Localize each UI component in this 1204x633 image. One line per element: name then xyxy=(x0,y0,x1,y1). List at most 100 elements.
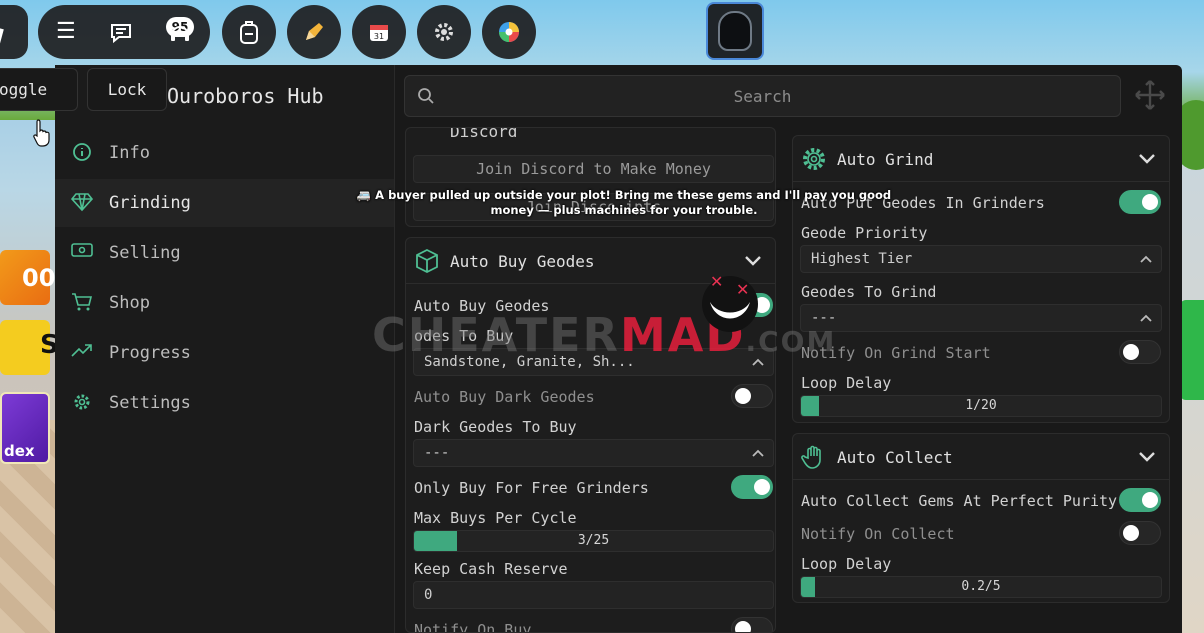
join-discord-button[interactable]: Join Discord to Make Money xyxy=(413,155,774,183)
dark-geodes-dropdown[interactable]: --- xyxy=(413,439,774,467)
nav-item-settings[interactable]: Settings xyxy=(55,379,394,427)
pencil-button[interactable] xyxy=(287,5,341,59)
menu-icon[interactable]: ☰ xyxy=(56,21,76,43)
auto-collect-panel: Auto Collect Auto Collect Gems At Perfec… xyxy=(792,433,1170,603)
roblox-menu-button[interactable] xyxy=(0,5,28,59)
nav-item-shop[interactable]: Shop xyxy=(55,279,394,327)
auto-buy-dark-toggle[interactable] xyxy=(731,384,773,408)
put-geodes-toggle[interactable] xyxy=(1119,190,1161,214)
game-right-card xyxy=(1180,300,1204,400)
cog-icon xyxy=(801,146,827,172)
grind-loop-delay-slider[interactable]: 1/20 xyxy=(800,395,1162,417)
topbar-pill: ☰ 95 xyxy=(38,5,210,59)
pencil-icon xyxy=(306,23,323,40)
hooded-figure-icon xyxy=(718,11,752,51)
nav-label-shop: Shop xyxy=(109,293,150,313)
free-grinders-toggle[interactable] xyxy=(731,475,773,499)
nav-label-progress: Progress xyxy=(109,343,191,363)
geodes-to-grind-dropdown[interactable]: --- xyxy=(800,304,1162,332)
geodes-to-grind-label: Geodes To Grind xyxy=(801,283,937,301)
search-input[interactable]: Search xyxy=(404,75,1121,117)
cube-icon xyxy=(414,248,440,274)
notify-collect-toggle[interactable] xyxy=(1119,521,1161,545)
mascot-x-icon: ✕ xyxy=(710,272,724,291)
dark-geodes-value: --- xyxy=(424,445,450,461)
side-card-cash-text: 00 xyxy=(22,264,56,292)
hub-sidebar: Info Grinding Selling Shop Progress Sett… xyxy=(55,65,395,633)
watermark-part3: .COM xyxy=(745,325,837,358)
svg-text:31: 31 xyxy=(374,32,384,41)
nav-label-settings: Settings xyxy=(109,393,191,413)
max-buys-label: Max Buys Per Cycle xyxy=(414,509,577,527)
auto-grind-panel: Auto Grind Auto Put Geodes In Grinders G… xyxy=(792,135,1170,423)
nav-item-selling[interactable]: Selling xyxy=(55,229,394,277)
geode-priority-value: Highest Tier xyxy=(811,251,913,267)
chevron-down-icon[interactable] xyxy=(1137,446,1157,466)
notify-buy-label: Notify On Buy xyxy=(414,621,532,633)
collect-gems-label: Auto Collect Gems At Perfect Purity xyxy=(801,492,1118,510)
lock-button[interactable]: Lock xyxy=(87,68,167,111)
settings-button[interactable] xyxy=(417,5,471,59)
nav-item-info[interactable]: Info xyxy=(55,129,394,177)
nav-label-info: Info xyxy=(109,143,150,163)
cash-icon xyxy=(71,242,93,264)
hub-avatar-button[interactable] xyxy=(706,2,764,60)
headset-icon[interactable] xyxy=(168,21,192,49)
mascot-x-icon: ✕ xyxy=(736,280,750,299)
gear-icon xyxy=(71,392,93,414)
nav-label-selling: Selling xyxy=(109,243,181,263)
free-grinders-label: Only Buy For Free Grinders xyxy=(414,479,649,497)
cash-reserve-value: 0 xyxy=(424,587,433,603)
discord-panel-title: Discord xyxy=(450,127,518,141)
calendar-button[interactable]: 31 xyxy=(352,5,406,59)
notify-buy-toggle[interactable] xyxy=(731,617,773,632)
backpack-icon xyxy=(240,21,258,44)
notify-grind-start-toggle[interactable] xyxy=(1119,340,1161,364)
cursor-icon xyxy=(32,118,52,148)
geode-priority-dropdown[interactable]: Highest Tier xyxy=(800,245,1162,273)
auto-buy-title: Auto Buy Geodes xyxy=(450,252,595,271)
color-wheel-icon xyxy=(499,22,519,42)
watermark-part1: CHEATER xyxy=(372,308,620,362)
roblox-logo-icon xyxy=(0,25,4,45)
max-buys-slider[interactable]: 3/25 xyxy=(413,530,774,552)
collect-gems-toggle[interactable] xyxy=(1119,488,1161,512)
side-card-index-text: dex xyxy=(4,442,35,460)
chevron-down-icon[interactable] xyxy=(743,250,763,270)
auto-grind-header[interactable]: Auto Grind xyxy=(793,136,1169,182)
gear-icon xyxy=(435,23,453,41)
geode-priority-label: Geode Priority xyxy=(801,224,928,242)
hand-icon xyxy=(801,444,827,470)
chevron-up-icon xyxy=(1139,252,1153,266)
cash-reserve-input[interactable]: 0 xyxy=(413,581,774,609)
cart-icon xyxy=(71,292,93,314)
side-card-index[interactable]: dex xyxy=(0,392,50,464)
nav-item-progress[interactable]: Progress xyxy=(55,329,394,377)
nav-label-grinding: Grinding xyxy=(109,193,191,213)
hub-title: Ouroboros Hub xyxy=(167,84,324,108)
collect-loop-delay-slider[interactable]: 0.2/5 xyxy=(800,576,1162,598)
site-watermark: CHEATERMAD.COM xyxy=(372,308,836,362)
chat-icon[interactable] xyxy=(110,22,136,48)
gem-icon xyxy=(70,192,94,214)
side-card-cash[interactable]: 00 xyxy=(0,250,55,305)
side-card-shop[interactable]: S xyxy=(0,320,59,375)
game-notification: 🚐 A buyer pulled up outside your plot! B… xyxy=(356,188,892,217)
dark-geodes-to-buy-label: Dark Geodes To Buy xyxy=(414,418,577,436)
backpack-button[interactable] xyxy=(222,5,276,59)
notify-collect-label: Notify On Collect xyxy=(801,525,955,543)
cash-reserve-label: Keep Cash Reserve xyxy=(414,560,568,578)
calendar-icon: 31 xyxy=(370,25,388,41)
auto-collect-title: Auto Collect xyxy=(837,448,953,467)
watermark-mascot-icon: ✕ ✕ xyxy=(702,272,758,332)
max-buys-value: 3/25 xyxy=(577,533,610,548)
toggle-button[interactable]: oggle xyxy=(0,68,78,111)
move-icon[interactable] xyxy=(1133,79,1167,113)
color-wheel-button[interactable] xyxy=(482,5,536,59)
mascot-grin-icon xyxy=(710,302,750,319)
auto-grind-title: Auto Grind xyxy=(837,150,934,169)
chevron-down-icon[interactable] xyxy=(1137,148,1157,168)
trend-icon xyxy=(71,342,93,364)
auto-collect-header[interactable]: Auto Collect xyxy=(793,434,1169,480)
chevron-up-icon xyxy=(1139,311,1153,325)
